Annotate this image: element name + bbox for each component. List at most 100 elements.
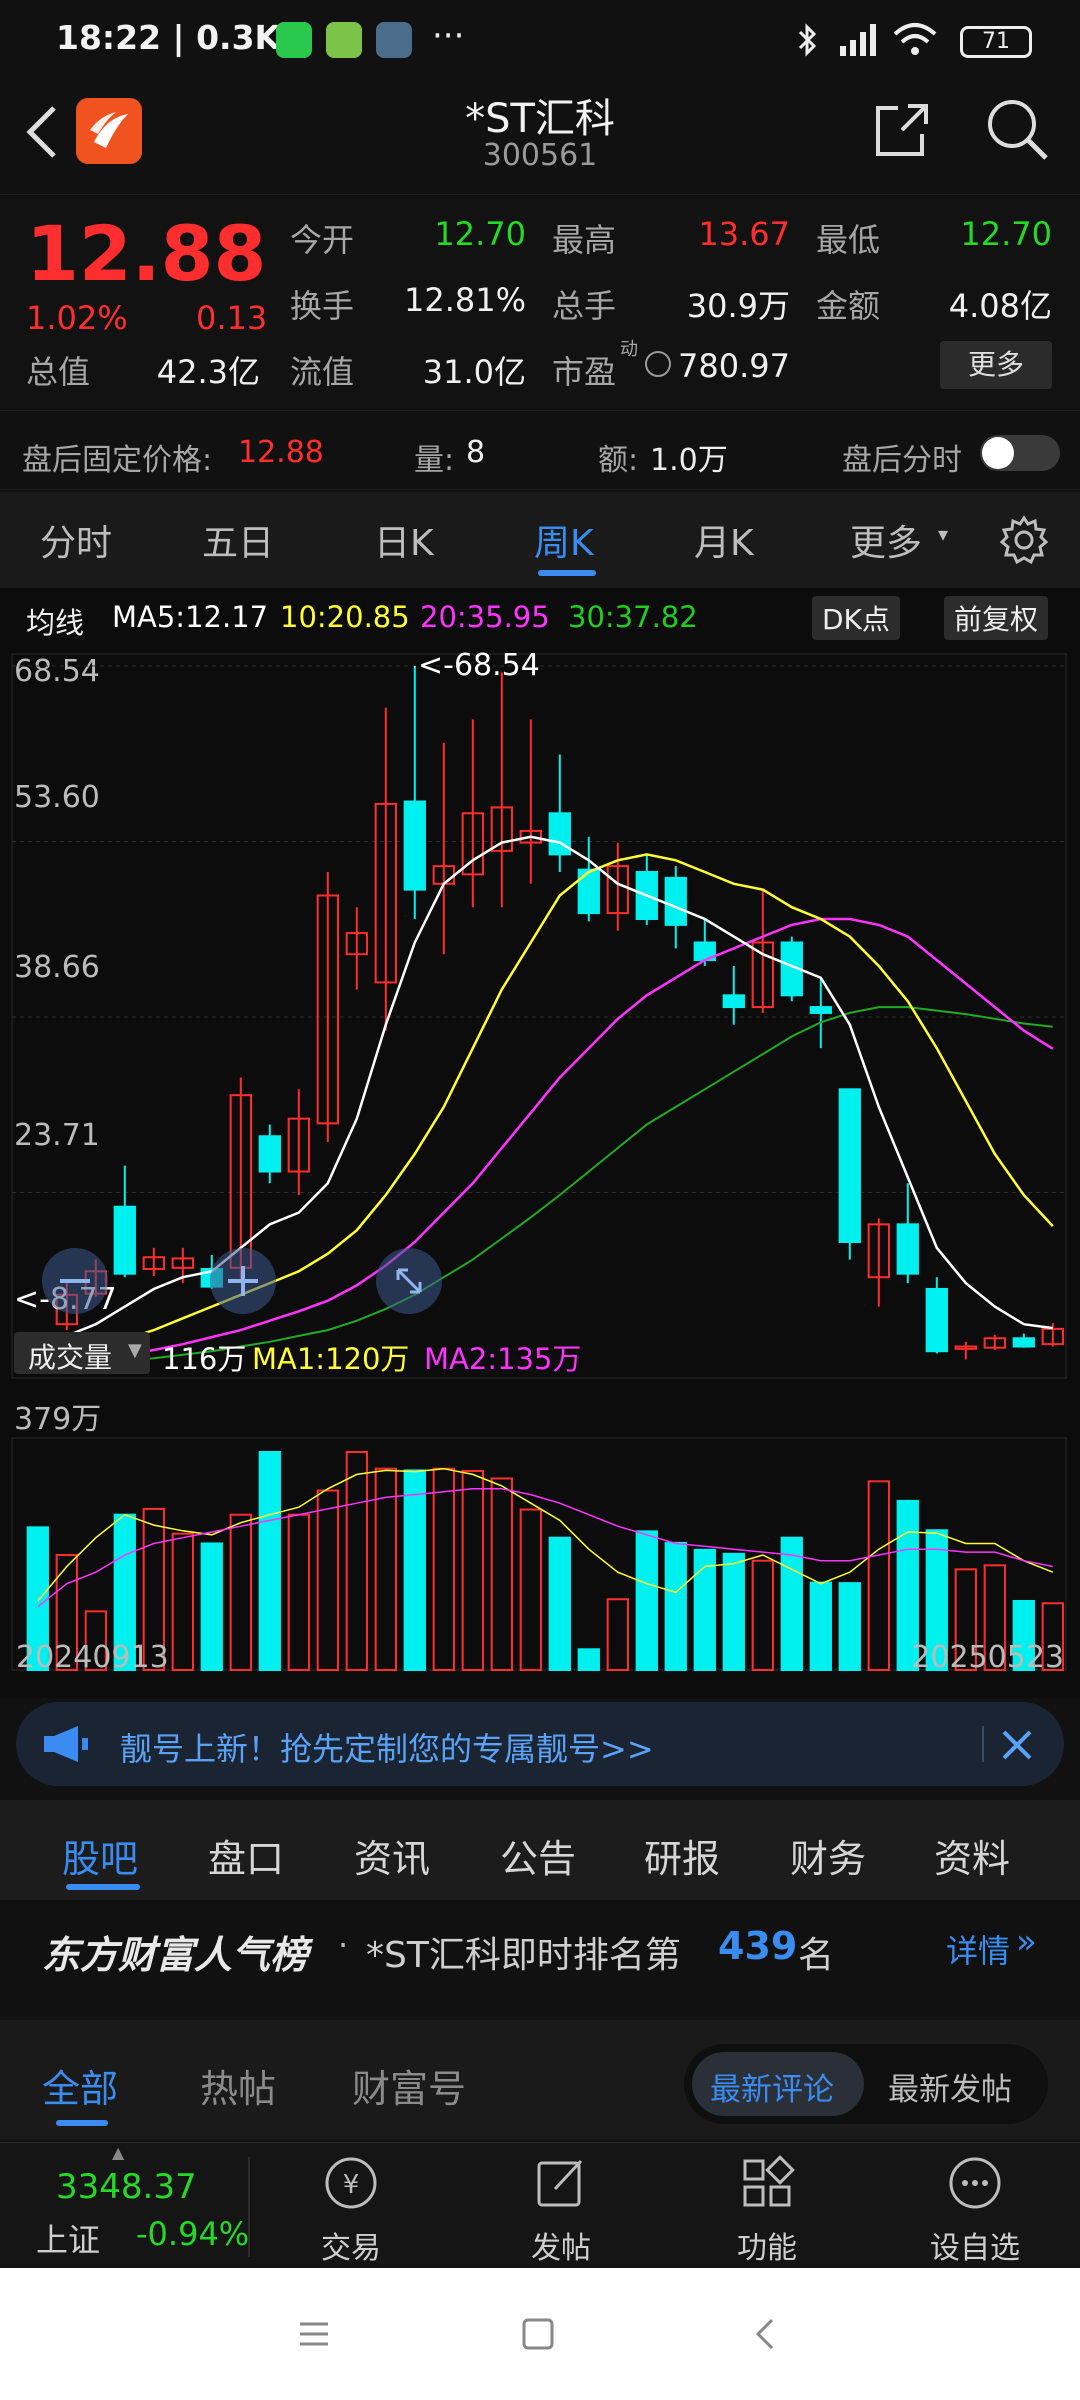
section-active-indicator	[66, 1884, 140, 1890]
tab-research[interactable]: 研报	[644, 1828, 720, 1883]
tab-news[interactable]: 资讯	[354, 1828, 430, 1883]
pe-dynamic-mark: 动	[620, 339, 638, 360]
volume-bar	[751, 1559, 774, 1671]
promo-text: 靓号上新！抢先定制您的专属靓号>>	[120, 1730, 654, 1768]
chevron-down-icon: ▼	[128, 1340, 142, 1361]
ma20-line	[37, 917, 1054, 1367]
volume-bar	[867, 1480, 890, 1671]
candle-body	[113, 1205, 136, 1275]
ma10-line	[37, 853, 1054, 1361]
volume-bar	[316, 1489, 339, 1672]
close-icon[interactable]	[1000, 1728, 1034, 1762]
zoom-in-button[interactable]	[210, 1248, 276, 1314]
nav-trade-label: 交易	[321, 2231, 381, 2266]
float-cap-value: 31.0亿	[422, 353, 526, 391]
popularity-rank-row[interactable]: 东方财富人气榜 · *ST汇科即时排名第 439 名 详情 »	[0, 1900, 1080, 1992]
feed-tab-hot[interactable]: 热帖	[200, 2058, 276, 2113]
signal-icon	[840, 24, 876, 56]
volume-bar	[258, 1451, 281, 1671]
zoom-out-button[interactable]	[42, 1248, 108, 1314]
low-value: 12.70	[960, 215, 1052, 253]
volume-bar	[722, 1552, 745, 1671]
tab-weekly-k[interactable]: 周K	[534, 514, 594, 566]
tab-timeshare[interactable]: 分时	[40, 514, 112, 566]
more-circle-icon	[949, 2157, 1001, 2209]
volume-bar	[287, 1513, 310, 1672]
nav-trade[interactable]: ¥ 交易	[286, 2153, 416, 2267]
volume-bar	[432, 1467, 455, 1671]
ma20-value: 20:35.95	[420, 600, 550, 634]
feed-active-indicator	[56, 2120, 108, 2126]
tab-order-book[interactable]: 盘口	[208, 1828, 284, 1883]
volume-bar	[809, 1581, 832, 1672]
volume-bar	[200, 1542, 223, 1672]
promo-banner[interactable]: 靓号上新！抢先定制您的专属靓号>>	[16, 1702, 1064, 1786]
index-ticker[interactable]: ▲ 3348.37 上证 -0.94%	[0, 2143, 250, 2269]
more-notifications-icon: ···	[432, 16, 465, 56]
back-icon[interactable]	[748, 2316, 784, 2352]
tab-monthly-k[interactable]: 月K	[694, 514, 754, 566]
app-notification-icon	[326, 22, 362, 58]
home-icon[interactable]	[520, 2316, 556, 2352]
sort-latest-comments[interactable]: 最新评论	[710, 2064, 834, 2109]
ma30-line	[37, 1006, 1053, 1367]
x-end-date: 20250523	[911, 1640, 1064, 1675]
after-hours-amt-label: 额:	[598, 443, 639, 478]
tab-financials[interactable]: 财务	[790, 1828, 866, 1883]
nav-functions[interactable]: 功能	[702, 2153, 832, 2267]
candle-body	[664, 876, 687, 926]
tab-daily-k[interactable]: 日K	[374, 514, 434, 566]
double-chevron-right-icon: »	[1016, 1922, 1037, 1962]
adjust-button[interactable]: 前复权	[944, 596, 1049, 640]
tab-profile[interactable]: 资料	[934, 1828, 1010, 1883]
rank-text-pre: *ST汇科即时排名第	[366, 1935, 681, 1976]
fullscreen-button[interactable]	[376, 1248, 442, 1314]
wechat-icon	[276, 22, 312, 58]
wifi-icon	[893, 23, 937, 55]
rank-text-post: 名	[798, 1935, 835, 1976]
feed-tabs: 全部 热帖 财富号 最新评论 最新发帖	[0, 2020, 1080, 2140]
candlestick-chart[interactable]	[0, 648, 1080, 1698]
sort-segmented-control: 最新评论 最新发帖	[684, 2044, 1048, 2124]
tab-more[interactable]: 更多	[850, 514, 922, 566]
ma5-value: MA5:12.17	[112, 600, 269, 634]
rank-detail-link[interactable]: 详情	[946, 1926, 1010, 1972]
settings-notification-icon	[376, 22, 412, 58]
svg-text:¥: ¥	[343, 2170, 360, 2200]
volume-max-label: 379万	[14, 1402, 102, 1437]
banner-divider	[982, 1726, 984, 1762]
amount-label: 金额	[816, 287, 881, 325]
volume-indicator-label: 成交量	[28, 1341, 113, 1374]
trade-icon: ¥	[325, 2157, 377, 2209]
chart-period-tabs: 分时 五日 日K 周K 月K 更多 ▾	[0, 492, 1080, 588]
feed-tab-fortune[interactable]: 财富号	[352, 2058, 466, 2113]
sort-latest-posts[interactable]: 最新发帖	[888, 2064, 1012, 2109]
search-icon[interactable]	[984, 96, 1050, 162]
kline-chart-area[interactable]: 均线 MA5:12.17 10:20.85 20:35.95 30:37.82 …	[0, 588, 1080, 1698]
index-change: -0.94%	[136, 2215, 250, 2253]
tab-forum[interactable]: 股吧	[62, 1828, 138, 1883]
after-hours-toggle[interactable]	[980, 435, 1060, 471]
dk-point-button[interactable]: DK点	[812, 596, 900, 640]
tab-announcements[interactable]: 公告	[500, 1828, 576, 1883]
nav-post[interactable]: 发帖	[496, 2153, 626, 2267]
volume-bar	[606, 1598, 629, 1672]
rank-number: 439	[718, 1924, 798, 1968]
bluetooth-icon	[798, 23, 817, 57]
after-hours-timeshare-label: 盘后分时	[842, 443, 962, 478]
share-icon[interactable]	[872, 100, 932, 160]
volume-indicator-select[interactable]: 成交量 ▼	[14, 1332, 150, 1374]
volume-bar	[577, 1648, 600, 1671]
candle-body	[896, 1223, 919, 1275]
last-price: 12.88	[26, 209, 267, 298]
volume-bar	[171, 1532, 194, 1671]
candle-body	[258, 1135, 281, 1173]
feed-tab-all[interactable]: 全部	[42, 2058, 118, 2113]
tab-five-day[interactable]: 五日	[202, 514, 274, 566]
volume-value: 30.9万	[686, 287, 790, 325]
menu-icon[interactable]	[296, 2316, 332, 2352]
gear-icon[interactable]	[998, 514, 1050, 566]
nav-add-watchlist[interactable]: 设自选	[910, 2153, 1040, 2267]
grid-icon	[743, 2155, 795, 2207]
more-button[interactable]: 更多	[940, 341, 1052, 389]
